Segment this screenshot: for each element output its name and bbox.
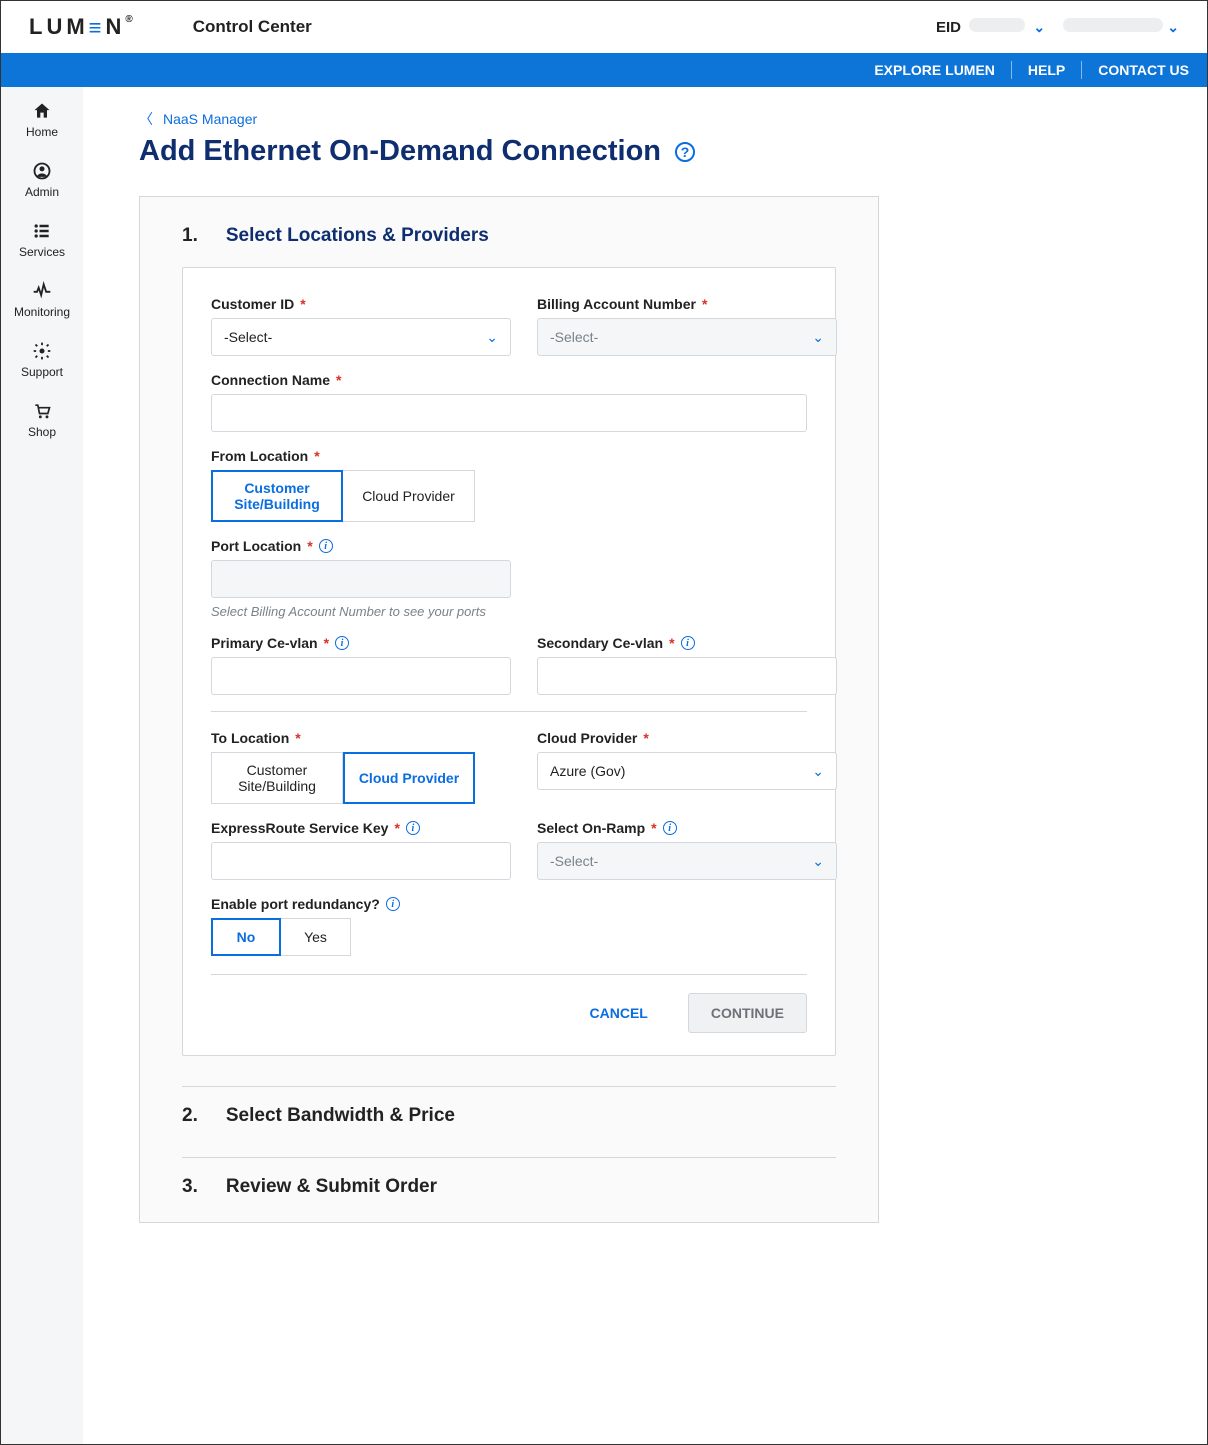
from-location-label: From Location *	[211, 448, 807, 464]
chevron-left-icon: 〈	[139, 109, 153, 129]
expressroute-label: ExpressRoute Service Key * i	[211, 820, 511, 836]
primary-cevlan-label: Primary Ce-vlan * i	[211, 635, 511, 651]
port-location-input[interactable]	[211, 560, 511, 598]
cloud-provider-label: Cloud Provider *	[537, 730, 837, 746]
info-icon[interactable]: i	[319, 539, 333, 553]
help-icon[interactable]: ?	[675, 142, 695, 162]
ban-label: Billing Account Number *	[537, 296, 837, 312]
heartbeat-icon	[32, 281, 52, 301]
sidebar-item-label: Monitoring	[14, 305, 70, 319]
connection-name-label: Connection Name *	[211, 372, 807, 388]
chevron-down-icon: ⌄	[812, 853, 824, 870]
expressroute-input[interactable]	[211, 842, 511, 880]
step-actions: CANCEL CONTINUE	[211, 974, 807, 1033]
redundancy-label: Enable port redundancy? i	[211, 896, 807, 912]
port-location-label: Port Location * i	[211, 538, 511, 554]
step-1-form: Customer ID * -Select- ⌄ Billing Account…	[182, 267, 836, 1056]
sidebar-item-support[interactable]: Support	[21, 341, 63, 379]
info-icon[interactable]: i	[386, 897, 400, 911]
divider	[182, 1157, 836, 1158]
divider	[182, 1086, 836, 1087]
customer-id-label: Customer ID *	[211, 296, 511, 312]
chevron-down-icon: ⌄	[1033, 19, 1045, 35]
to-location-cloud[interactable]: Cloud Provider	[343, 752, 475, 804]
product-name: Control Center	[193, 17, 312, 37]
brand-logo: LUM≡N®	[29, 14, 133, 40]
chevron-down-icon: ⌄	[812, 329, 824, 346]
info-icon[interactable]: i	[663, 821, 677, 835]
wizard-panel: 1. Select Locations & Providers Customer…	[139, 196, 879, 1223]
primary-cevlan-input[interactable]	[211, 657, 511, 695]
info-icon[interactable]: i	[406, 821, 420, 835]
from-location-cloud[interactable]: Cloud Provider	[343, 470, 475, 522]
sidebar-item-label: Home	[26, 125, 58, 139]
secondary-cevlan-input[interactable]	[537, 657, 837, 695]
sidebar-item-admin[interactable]: Admin	[25, 161, 59, 199]
redacted-pill	[969, 18, 1025, 32]
sidebar-item-label: Admin	[25, 185, 59, 199]
from-location-toggle: Customer Site/Building Cloud Provider	[211, 470, 807, 522]
step-2-header[interactable]: 2. Select Bandwidth & Price	[140, 1105, 878, 1127]
page-title: Add Ethernet On-Demand Connection ?	[139, 135, 1167, 168]
redacted-pill	[1063, 18, 1163, 32]
info-icon[interactable]: i	[681, 636, 695, 650]
breadcrumb-parent: NaaS Manager	[163, 111, 257, 127]
contact-link[interactable]: CONTACT US	[1098, 62, 1189, 78]
divider	[1081, 61, 1082, 79]
cart-icon	[32, 401, 52, 421]
redundancy-no[interactable]: No	[211, 918, 281, 956]
cloud-provider-select[interactable]: Azure (Gov) ⌄	[537, 752, 837, 790]
sidebar-item-services[interactable]: Services	[19, 221, 65, 259]
top-link-bar: EXPLORE LUMEN HELP CONTACT US	[1, 53, 1207, 87]
divider	[211, 711, 807, 712]
ban-select[interactable]: -Select- ⌄	[537, 318, 837, 356]
eid-area: EID ⌄ ⌄	[936, 18, 1179, 36]
cancel-button[interactable]: CANCEL	[568, 993, 670, 1033]
continue-button[interactable]: CONTINUE	[688, 993, 807, 1033]
sidebar-item-label: Services	[19, 245, 65, 259]
from-location-customer[interactable]: Customer Site/Building	[211, 470, 343, 522]
divider	[1011, 61, 1012, 79]
step-3-header[interactable]: 3. Review & Submit Order	[140, 1176, 878, 1198]
gear-icon	[32, 341, 52, 361]
sidebar-item-shop[interactable]: Shop	[28, 401, 56, 439]
to-location-toggle: Customer Site/Building Cloud Provider	[211, 752, 511, 804]
sidebar-item-label: Shop	[28, 425, 56, 439]
info-icon[interactable]: i	[335, 636, 349, 650]
secondary-cevlan-label: Secondary Ce-vlan * i	[537, 635, 837, 651]
redundancy-yes[interactable]: Yes	[281, 918, 351, 956]
sidebar-item-label: Support	[21, 365, 63, 379]
top-header: LUM≡N® Control Center EID ⌄ ⌄	[1, 1, 1207, 53]
redundancy-toggle: No Yes	[211, 918, 807, 956]
list-icon	[32, 221, 52, 241]
chevron-down-icon: ⌄	[486, 329, 498, 346]
customer-id-select[interactable]: -Select- ⌄	[211, 318, 511, 356]
onramp-label: Select On-Ramp * i	[537, 820, 837, 836]
connection-name-input[interactable]	[211, 394, 807, 432]
onramp-select[interactable]: -Select- ⌄	[537, 842, 837, 880]
to-location-customer[interactable]: Customer Site/Building	[211, 752, 343, 804]
explore-link[interactable]: EXPLORE LUMEN	[874, 62, 995, 78]
home-icon	[32, 101, 52, 121]
content: 〈 NaaS Manager Add Ethernet On-Demand Co…	[83, 87, 1207, 1444]
sidebar: Home Admin Services Monitoring Support S…	[1, 87, 83, 1444]
breadcrumb[interactable]: 〈 NaaS Manager	[139, 109, 1167, 129]
to-location-label: To Location *	[211, 730, 511, 746]
sidebar-item-monitoring[interactable]: Monitoring	[14, 281, 70, 319]
account-dropdown[interactable]: ⌄	[1063, 18, 1179, 36]
chevron-down-icon: ⌄	[1167, 19, 1179, 35]
chevron-down-icon: ⌄	[812, 763, 824, 780]
port-location-hint: Select Billing Account Number to see you…	[211, 604, 511, 619]
user-icon	[32, 161, 52, 181]
help-link[interactable]: HELP	[1028, 62, 1065, 78]
step-1-header: 1. Select Locations & Providers	[140, 225, 878, 247]
eid-dropdown[interactable]: EID ⌄	[936, 18, 1045, 36]
sidebar-item-home[interactable]: Home	[26, 101, 58, 139]
